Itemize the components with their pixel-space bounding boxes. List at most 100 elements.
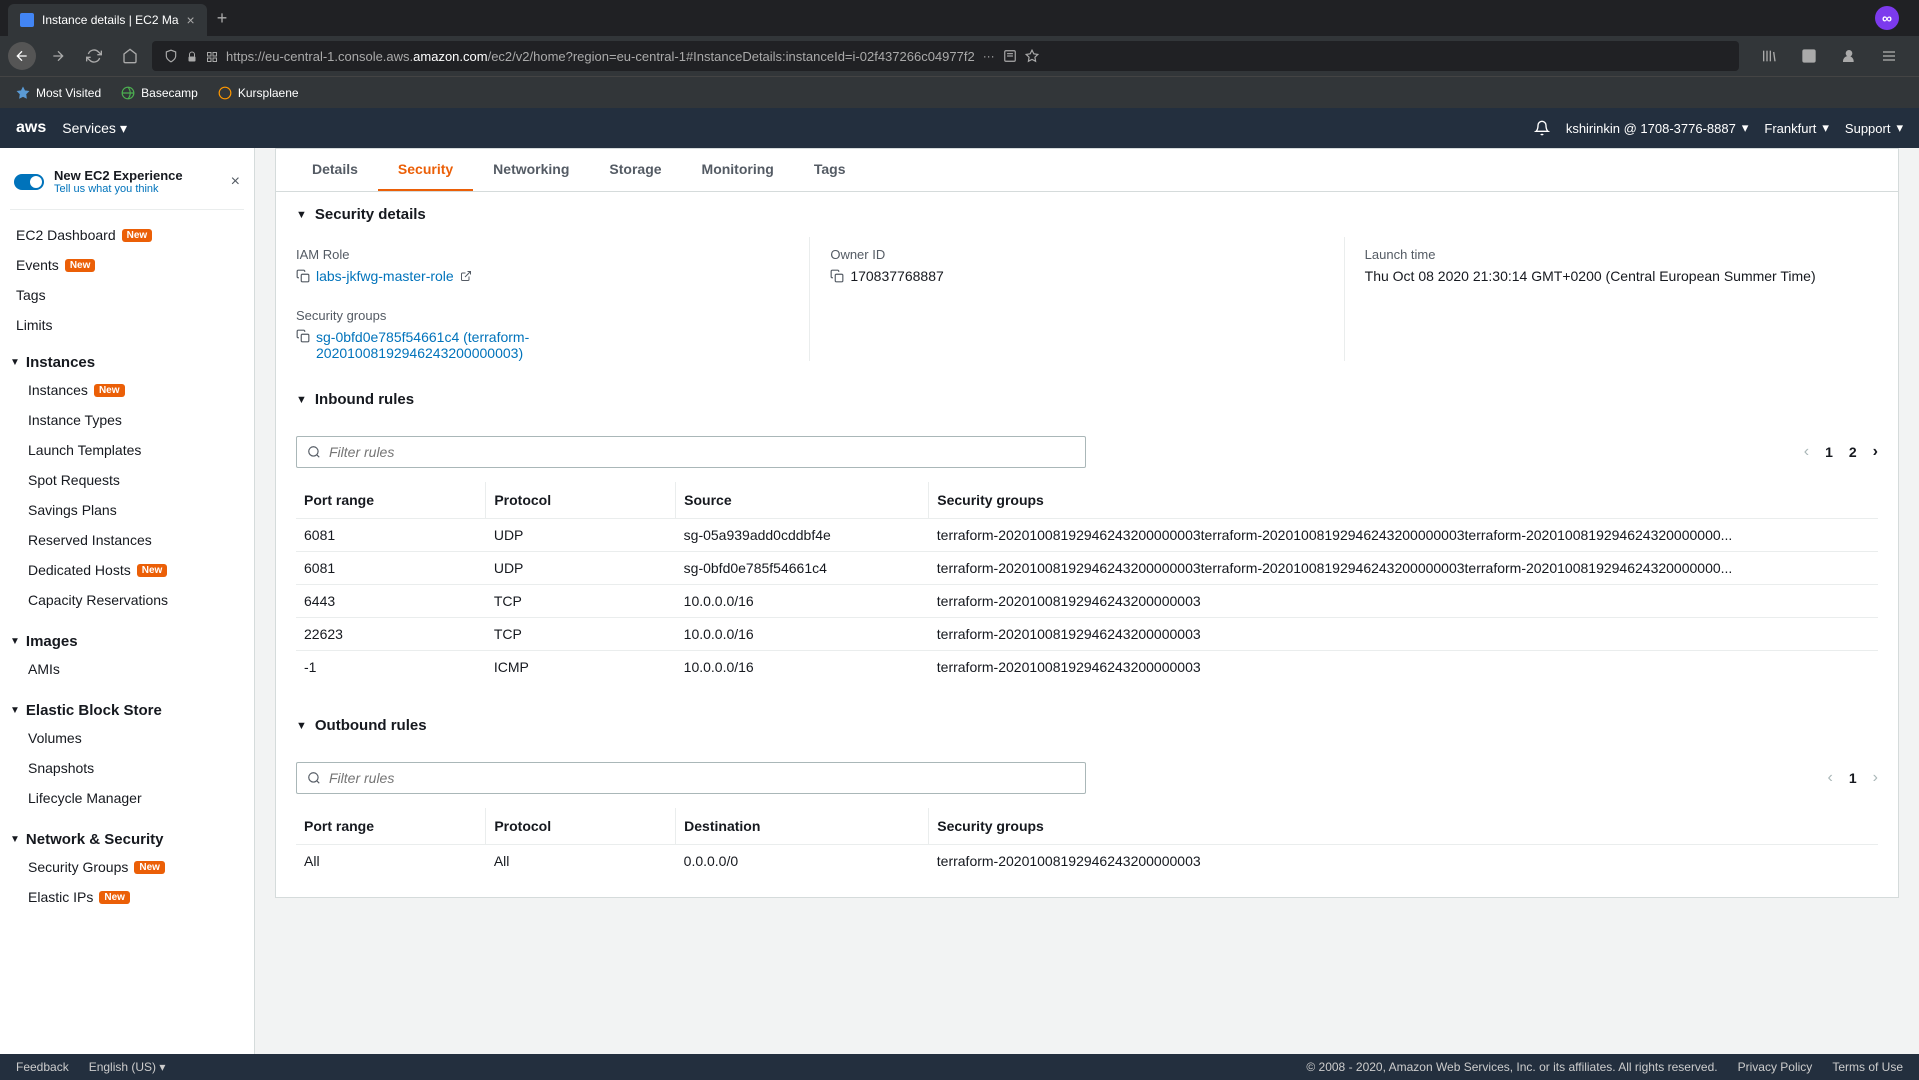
sidebar-link-label: Events	[16, 257, 59, 273]
filter-input[interactable]	[329, 770, 1075, 786]
tab-tags[interactable]: Tags	[794, 149, 866, 191]
notifications-button[interactable]	[1534, 120, 1550, 136]
sidebar-item[interactable]: Lifecycle Manager	[10, 783, 244, 813]
sidebar-link[interactable]: EC2 DashboardNew	[10, 220, 244, 250]
bookmark-star-icon[interactable]	[1025, 49, 1039, 64]
prev-page-button[interactable]: ‹	[1804, 443, 1809, 461]
next-page-button[interactable]: ›	[1873, 769, 1878, 787]
url-bar[interactable]: https://eu-central-1.console.aws.amazon.…	[152, 41, 1739, 71]
sidebar-group-title: Images	[26, 633, 78, 650]
reload-button[interactable]	[80, 42, 108, 70]
region-menu[interactable]: Frankfurt ▾	[1764, 120, 1829, 136]
column-header[interactable]: Security groups	[929, 808, 1878, 845]
column-header[interactable]: Security groups	[929, 482, 1878, 519]
new-tab-button[interactable]: +	[217, 8, 228, 29]
collapse-icon[interactable]: ▼	[296, 720, 307, 732]
column-header[interactable]: Protocol	[486, 482, 676, 519]
sidebar-group-header[interactable]: ▼Network & Security	[10, 827, 244, 852]
sidebar-group-header[interactable]: ▼Images	[10, 629, 244, 654]
column-header[interactable]: Source	[676, 482, 929, 519]
filter-input[interactable]	[329, 444, 1075, 460]
sidebar-item[interactable]: Dedicated HostsNew	[10, 555, 244, 585]
terms-link[interactable]: Terms of Use	[1832, 1060, 1903, 1074]
sidebar-item[interactable]: Launch Templates	[10, 435, 244, 465]
browser-chrome: Instance details | EC2 Ma × + ∞ https://…	[0, 0, 1919, 108]
sidebar-group-header[interactable]: ▼Instances	[10, 350, 244, 375]
copy-icon[interactable]	[296, 269, 310, 283]
browser-tab-bar: Instance details | EC2 Ma × + ∞	[0, 0, 1919, 36]
sidebar-item[interactable]: Instance Types	[10, 405, 244, 435]
browser-profile-icon[interactable]: ∞	[1875, 6, 1899, 30]
copyright-text: © 2008 - 2020, Amazon Web Services, Inc.…	[1306, 1060, 1717, 1074]
page-number[interactable]: 1	[1825, 444, 1833, 460]
chevron-down-icon: ▼	[10, 705, 20, 716]
bookmark-basecamp[interactable]: Basecamp	[113, 82, 206, 104]
library-icon[interactable]	[1755, 42, 1783, 70]
aws-logo[interactable]: aws	[16, 119, 46, 137]
copy-icon[interactable]	[296, 329, 310, 343]
sidebar-item[interactable]: Reserved Instances	[10, 525, 244, 555]
sidebar-item[interactable]: Snapshots	[10, 753, 244, 783]
security-group-link[interactable]: sg-0bfd0e785f54661c4 (terraform-20201008…	[316, 329, 696, 361]
sidebar-link[interactable]: Tags	[10, 280, 244, 310]
sidebar-link[interactable]: Limits	[10, 310, 244, 340]
sidebar-item[interactable]: AMIs	[10, 654, 244, 684]
sidebar-item[interactable]: Elastic IPsNew	[10, 882, 244, 912]
outbound-filter-input[interactable]	[296, 762, 1086, 794]
page-number[interactable]: 2	[1849, 444, 1857, 460]
browser-tab[interactable]: Instance details | EC2 Ma ×	[8, 4, 207, 36]
new-ec2-title: New EC2 Experience	[54, 168, 221, 183]
region-label: Frankfurt	[1764, 121, 1816, 136]
services-menu[interactable]: Services ▾	[62, 120, 127, 137]
reader-icon[interactable]	[1003, 49, 1017, 64]
support-label: Support	[1845, 121, 1891, 136]
sidebar-item-label: AMIs	[28, 661, 60, 677]
sidebar-item[interactable]: Security GroupsNew	[10, 852, 244, 882]
account-icon[interactable]	[1835, 42, 1863, 70]
sidebar-item[interactable]: Volumes	[10, 723, 244, 753]
copy-icon[interactable]	[830, 269, 844, 283]
prev-page-button[interactable]: ‹	[1828, 769, 1833, 787]
banner-close-icon[interactable]: ×	[231, 173, 240, 191]
account-menu[interactable]: kshirinkin @ 1708-3776-8887 ▾	[1566, 120, 1749, 136]
column-header[interactable]: Port range	[296, 808, 486, 845]
sidebar-link[interactable]: EventsNew	[10, 250, 244, 280]
home-button[interactable]	[116, 42, 144, 70]
back-button[interactable]	[8, 42, 36, 70]
sidebar-item[interactable]: Capacity Reservations	[10, 585, 244, 615]
tab-monitoring[interactable]: Monitoring	[682, 149, 794, 191]
sidebar-item[interactable]: Spot Requests	[10, 465, 244, 495]
forward-button[interactable]	[44, 42, 72, 70]
support-menu[interactable]: Support ▾	[1845, 120, 1903, 136]
tab-storage[interactable]: Storage	[589, 149, 681, 191]
tab-security[interactable]: Security	[378, 149, 473, 191]
inbound-filter-input[interactable]	[296, 436, 1086, 468]
privacy-link[interactable]: Privacy Policy	[1738, 1060, 1813, 1074]
next-page-button[interactable]: ›	[1873, 443, 1878, 461]
column-header[interactable]: Destination	[676, 808, 929, 845]
collapse-icon[interactable]: ▼	[296, 209, 307, 221]
globe-icon	[121, 86, 135, 100]
sidebar-icon[interactable]	[1795, 42, 1823, 70]
language-selector[interactable]: English (US) ▾	[89, 1060, 166, 1074]
bookmark-most-visited[interactable]: Most Visited	[8, 82, 109, 104]
iam-role-link[interactable]: labs-jkfwg-master-role	[316, 268, 454, 284]
sidebar-item[interactable]: Savings Plans	[10, 495, 244, 525]
chevron-down-icon: ▾	[1822, 120, 1829, 136]
feedback-link[interactable]: Feedback	[16, 1060, 69, 1074]
column-header[interactable]: Port range	[296, 482, 486, 519]
menu-icon[interactable]	[1875, 42, 1903, 70]
new-ec2-subtitle[interactable]: Tell us what you think	[54, 183, 221, 195]
tab-networking[interactable]: Networking	[473, 149, 589, 191]
new-ec2-toggle[interactable]	[14, 174, 44, 190]
page-number[interactable]: 1	[1849, 770, 1857, 786]
tab-close-icon[interactable]: ×	[187, 12, 195, 28]
collapse-icon[interactable]: ▼	[296, 394, 307, 406]
tab-details[interactable]: Details	[292, 149, 378, 191]
more-icon[interactable]: ···	[983, 49, 995, 63]
bookmark-kursplaene[interactable]: Kursplaene	[210, 82, 307, 104]
column-header[interactable]: Protocol	[486, 808, 676, 845]
sidebar-item[interactable]: InstancesNew	[10, 375, 244, 405]
sidebar-group-header[interactable]: ▼Elastic Block Store	[10, 698, 244, 723]
sidebar-item-label: Lifecycle Manager	[28, 790, 142, 806]
